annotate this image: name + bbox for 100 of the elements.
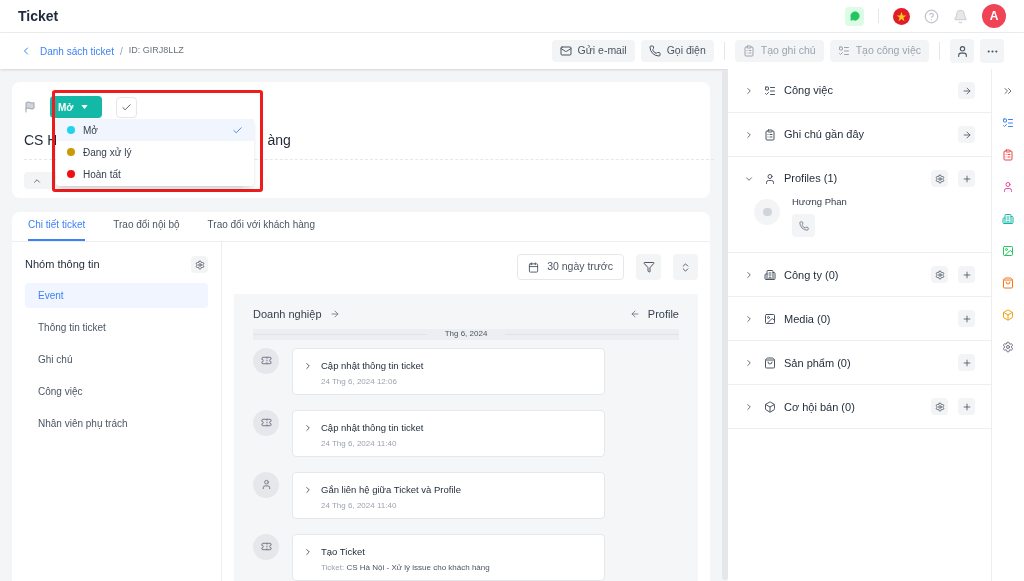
settings-button[interactable] — [931, 398, 948, 416]
filter-button[interactable] — [636, 254, 661, 280]
settings-icon[interactable] — [1002, 341, 1014, 353]
flag-icon[interactable] — [24, 101, 36, 113]
plus-icon — [961, 401, 972, 412]
phone-icon — [648, 45, 661, 57]
user-avatar[interactable]: A — [982, 4, 1006, 28]
back-link[interactable]: Danh sách ticket — [40, 43, 114, 59]
add-button[interactable] — [958, 310, 975, 328]
clipboard-icon — [742, 45, 755, 57]
bag-icon[interactable] — [1002, 277, 1014, 289]
group-item[interactable]: Thông tin ticket — [25, 315, 208, 340]
section-title[interactable]: Profiles (1) — [784, 170, 838, 187]
breadcrumb-separator: / — [119, 44, 123, 59]
settings-icon — [194, 259, 205, 270]
building-icon[interactable] — [1002, 213, 1014, 225]
arrow-left-icon — [629, 309, 640, 320]
plus-icon — [961, 357, 972, 368]
check-icon — [232, 124, 243, 136]
clipboard-icon — [764, 128, 776, 141]
add-button[interactable] — [958, 398, 975, 416]
settings-button[interactable] — [931, 266, 948, 284]
status-option[interactable]: Mở — [56, 119, 254, 141]
open-button[interactable] — [958, 126, 975, 143]
expand-panel-icon[interactable] — [1002, 85, 1014, 97]
expand-icon[interactable] — [744, 85, 754, 96]
status-option[interactable]: Hoàn tất — [56, 163, 254, 185]
sort-button[interactable] — [673, 254, 698, 280]
ticket-title: àng — [267, 131, 291, 150]
section-title[interactable]: Công việc — [784, 82, 833, 99]
box-icon[interactable] — [1002, 309, 1014, 321]
expand-icon[interactable] — [744, 269, 754, 280]
expand-icon[interactable] — [744, 129, 754, 140]
user-icon — [260, 479, 272, 490]
section-title[interactable]: Sản phẩm (0) — [784, 354, 851, 371]
group-item[interactable]: Công việc — [25, 379, 208, 404]
building-icon — [764, 268, 776, 281]
settings-button[interactable] — [191, 256, 208, 273]
add-button[interactable] — [958, 266, 975, 284]
expand-icon[interactable] — [303, 546, 313, 557]
expand-icon[interactable] — [744, 401, 754, 412]
group-item[interactable]: Nhân viên phụ trách — [25, 411, 208, 436]
expand-icon[interactable] — [303, 484, 313, 495]
expand-icon[interactable] — [303, 360, 313, 371]
company-link[interactable]: Doanh nghiệp — [253, 306, 322, 323]
check-button[interactable] — [116, 96, 137, 118]
plus-icon — [961, 173, 972, 184]
help-icon[interactable] — [924, 8, 939, 24]
expand-icon[interactable] — [744, 357, 754, 368]
tab[interactable]: Trao đổi nội bộ — [113, 217, 180, 241]
settings-icon — [934, 173, 945, 184]
settings-icon — [934, 401, 945, 412]
sort-icon — [680, 261, 691, 273]
event-time: 24 Thg 6, 2024 12:06 — [321, 375, 398, 388]
scrollbar[interactable] — [722, 70, 728, 580]
event-title: Tạo Ticket — [321, 544, 366, 559]
profile-name[interactable]: Hương Phan — [792, 195, 847, 210]
date-filter-button[interactable]: 30 ngày trước — [517, 254, 624, 280]
group-item[interactable]: Event — [25, 283, 208, 308]
action-button[interactable]: Gọi điện — [640, 40, 714, 62]
expand-icon[interactable] — [744, 313, 754, 324]
checklist-icon — [764, 84, 776, 97]
checklist-icon — [837, 45, 850, 57]
open-button[interactable] — [958, 82, 975, 99]
plus-icon — [961, 269, 972, 280]
section-title[interactable]: Ghi chú gần đây — [784, 126, 865, 143]
group-item[interactable]: Ghi chú — [25, 347, 208, 372]
expand-icon[interactable] — [303, 422, 313, 433]
call-button[interactable] — [792, 214, 815, 238]
mail-icon — [559, 45, 572, 57]
event-title: Cập nhật thông tin ticket — [321, 420, 424, 435]
arrow-right-icon — [329, 309, 340, 320]
filter-icon — [642, 261, 655, 273]
status-option[interactable]: Đang xử lý — [56, 141, 254, 163]
settings-icon — [934, 269, 945, 280]
calendar-icon — [528, 261, 540, 273]
profile-link[interactable]: Profile — [647, 306, 679, 323]
user-icon[interactable] — [1002, 181, 1014, 193]
date-divider: Thg 6, 2024 — [443, 328, 489, 340]
profile-button[interactable] — [950, 39, 974, 63]
arrow-right-icon — [961, 85, 972, 96]
flag-icon[interactable] — [893, 7, 910, 25]
event-time: 24 Thg 6, 2024 11:40 — [321, 437, 398, 450]
tab[interactable]: Chi tiết ticket — [28, 217, 86, 241]
section-title[interactable]: Cơ hội bán (0) — [784, 398, 855, 415]
ticket-icon — [260, 417, 272, 428]
ticket-id: ID: GIRJ8LLZ — [128, 44, 184, 58]
clipboard-icon[interactable] — [1002, 149, 1014, 161]
tab[interactable]: Trao đổi với khách hàng — [207, 217, 315, 241]
section-title[interactable]: Media (0) — [784, 310, 831, 327]
checklist-icon[interactable] — [1002, 117, 1014, 129]
add-button[interactable] — [958, 170, 975, 187]
event-title: Gắn liên hệ giữa Ticket và Profile — [321, 482, 461, 497]
action-button[interactable]: Gửi e-mail — [551, 40, 635, 62]
ticket-icon — [260, 355, 272, 366]
chat-button[interactable] — [845, 6, 864, 26]
add-button[interactable] — [958, 354, 975, 372]
more-button[interactable] — [980, 39, 1004, 63]
section-title[interactable]: Công ty (0) — [784, 266, 839, 283]
settings-button[interactable] — [931, 170, 948, 187]
